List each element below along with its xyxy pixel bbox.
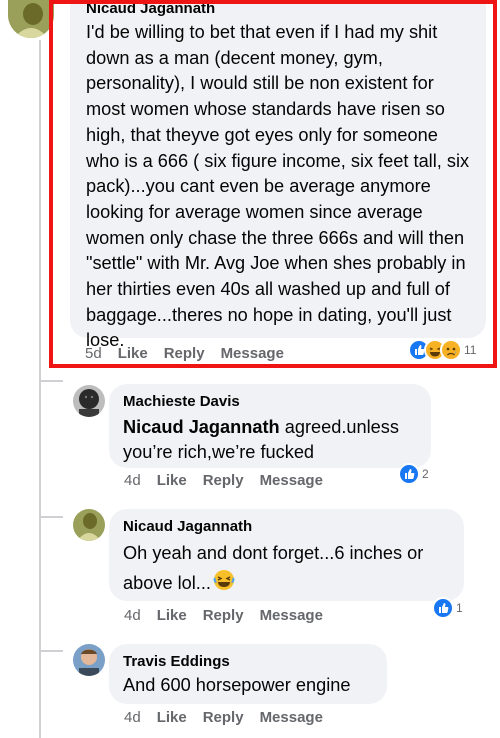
highlight-box <box>49 0 497 368</box>
reply-button[interactable]: Reply <box>203 607 244 624</box>
reply-button[interactable]: Reply <box>203 472 244 489</box>
comment-bubble: Travis Eddings And 600 horsepower engine <box>109 644 387 704</box>
comment-author[interactable]: Nicaud Jagannath <box>123 518 450 536</box>
like-button[interactable]: Like <box>157 607 187 624</box>
comment-actions: 4d Like Reply Message <box>124 472 323 489</box>
thread-line-branch-2 <box>39 516 63 518</box>
avatar[interactable] <box>73 644 105 676</box>
thread-line-main <box>39 40 41 738</box>
reply-button[interactable]: Reply <box>203 709 244 726</box>
comment-text-block: Oh yeah and dont forget...6 inches or ab… <box>123 538 450 600</box>
reaction-summary[interactable]: 1 <box>432 597 463 619</box>
comment-age: 4d <box>124 472 141 489</box>
comment-actions: 4d Like Reply Message <box>124 709 323 726</box>
comment-bubble: Machieste Davis Nicaud Jagannath agreed.… <box>109 384 431 468</box>
laughing-emoji-icon <box>213 569 235 600</box>
comment-age: 4d <box>124 607 141 624</box>
message-button[interactable]: Message <box>260 472 323 489</box>
like-button[interactable]: Like <box>157 472 187 489</box>
comment-actions: 4d Like Reply Message <box>124 607 323 624</box>
thread-line-branch-1 <box>39 380 63 382</box>
like-reaction-icon <box>398 463 420 485</box>
mention-link[interactable]: Nicaud Jagannath <box>123 417 280 437</box>
like-reaction-icon <box>432 597 454 619</box>
comment-age: 4d <box>124 709 141 726</box>
reaction-summary[interactable]: 2 <box>398 463 429 485</box>
avatar[interactable] <box>73 509 105 541</box>
thread-line-branch-3 <box>39 650 63 652</box>
like-button[interactable]: Like <box>157 709 187 726</box>
comment-author[interactable]: Travis Eddings <box>123 653 373 671</box>
comment-text-block: Nicaud Jagannath agreed.unless you’re ri… <box>123 415 417 465</box>
message-button[interactable]: Message <box>260 607 323 624</box>
avatar[interactable] <box>73 385 105 417</box>
comment-text: Oh yeah and dont forget...6 inches or ab… <box>123 543 424 593</box>
comment-bubble: Nicaud Jagannath Oh yeah and dont forget… <box>109 509 464 601</box>
comment-text: And 600 horsepower engine <box>123 675 351 695</box>
message-button[interactable]: Message <box>260 709 323 726</box>
comment-author[interactable]: Machieste Davis <box>123 393 417 411</box>
reaction-count: 1 <box>456 601 463 615</box>
reaction-count: 2 <box>422 467 429 481</box>
avatar[interactable] <box>8 0 54 38</box>
